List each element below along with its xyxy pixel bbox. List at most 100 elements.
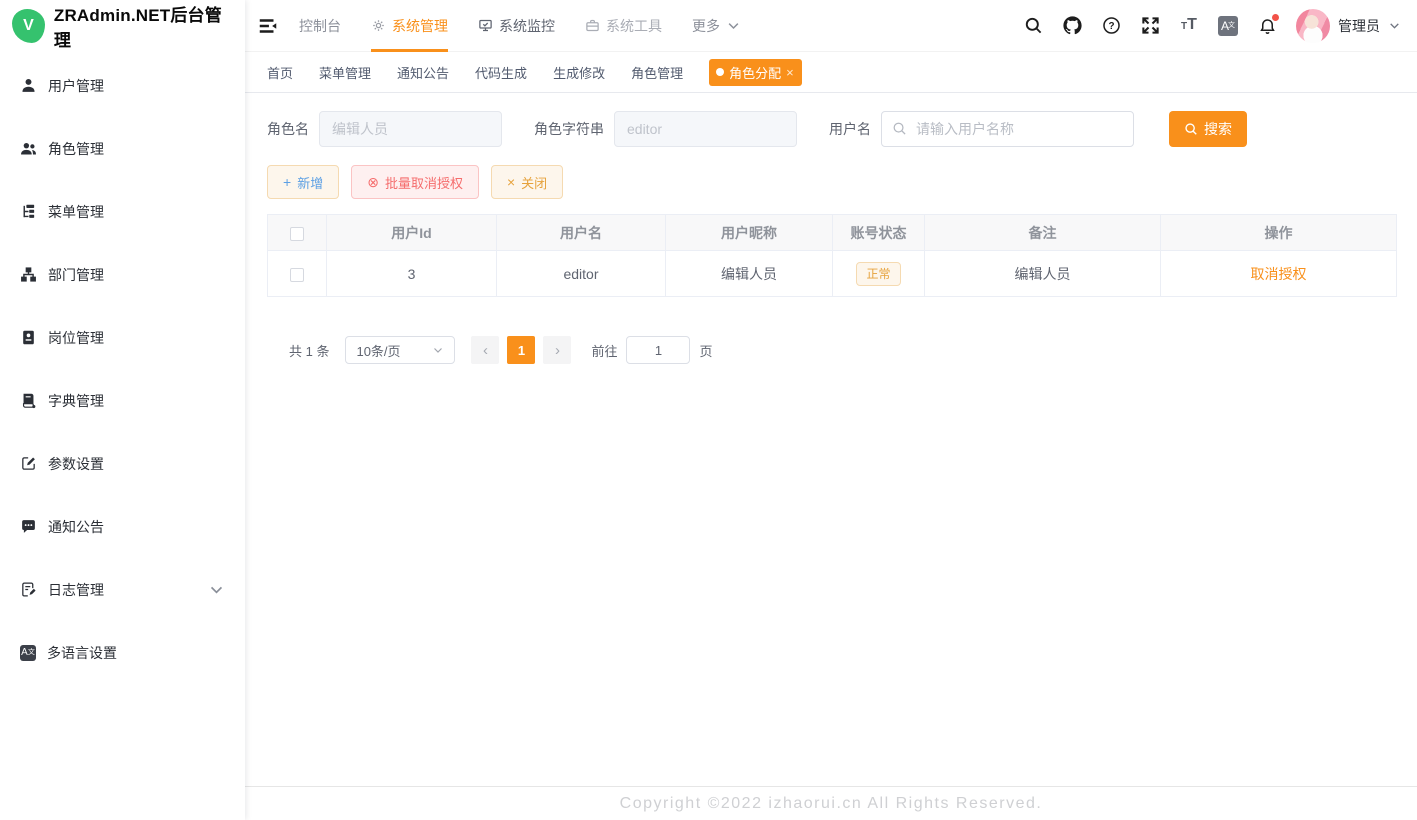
sidebar-item-logs[interactable]: 日志管理 xyxy=(0,558,245,621)
role-key-input[interactable] xyxy=(614,111,797,147)
table-toolbar: + 新增 ⊗ 批量取消授权 × 关闭 xyxy=(267,165,1397,199)
column-header: 备注 xyxy=(925,215,1161,251)
cell-nick-name: 编辑人员 xyxy=(666,251,833,297)
help-button[interactable]: ? xyxy=(1101,16,1121,36)
select-all-checkbox[interactable] xyxy=(290,227,304,241)
cancel-auth-link[interactable]: 取消授权 xyxy=(1251,266,1307,282)
sidebar-menu: 用户管理 角色管理 菜单管理 部门管理 岗位管理 字典管理 xyxy=(0,52,245,820)
search-button[interactable] xyxy=(1023,16,1043,36)
plus-icon: + xyxy=(283,175,291,189)
sidebar-item-departments[interactable]: 部门管理 xyxy=(0,243,245,306)
tabs-bar: 首页 菜单管理 通知公告 代码生成 生成修改 角色管理 角色分配 × xyxy=(245,52,1417,93)
cell-user-name: editor xyxy=(497,251,666,297)
prev-page-button[interactable]: ‹ xyxy=(471,336,499,364)
total-count: 共 1 条 xyxy=(289,341,329,360)
next-page-button[interactable]: › xyxy=(543,336,571,364)
sidebar-item-parameters[interactable]: 参数设置 xyxy=(0,432,245,495)
brand-title: ZRAdmin.NET后台管理 xyxy=(54,1,233,51)
close-button[interactable]: × 关闭 xyxy=(491,165,563,199)
status-badge: 正常 xyxy=(856,262,900,286)
font-size-button[interactable]: TT xyxy=(1179,16,1199,36)
active-tab-dot-icon xyxy=(716,68,724,76)
tab-home[interactable]: 首页 xyxy=(267,63,293,82)
log-icon xyxy=(20,581,37,598)
add-button[interactable]: + 新增 xyxy=(267,165,339,199)
chevron-down-icon xyxy=(1388,19,1401,32)
role-key-label: 角色字符串 xyxy=(534,119,604,139)
user-name-input[interactable] xyxy=(881,111,1134,147)
monitor-icon xyxy=(478,18,493,33)
notice-icon xyxy=(20,518,37,535)
menu-tree-icon xyxy=(20,203,37,220)
topnav-item-more[interactable]: 更多 xyxy=(692,0,741,52)
copyright-text: Copyright ©2022 izhaorui.cn All Rights R… xyxy=(620,795,1043,813)
sidebar-item-dictionary[interactable]: 字典管理 xyxy=(0,369,245,432)
brand: V ZRAdmin.NET后台管理 xyxy=(0,0,245,52)
tab-role-assignment[interactable]: 角色分配 × xyxy=(709,59,802,86)
tab-close-icon[interactable]: × xyxy=(786,66,794,79)
page-size-select[interactable]: 10条/页 xyxy=(345,336,455,364)
filter-form: 角色名 角色字符串 用户名 搜索 xyxy=(267,111,1397,147)
topnav: 控制台 系统管理 系统监控 系统工具 更多 xyxy=(299,0,741,52)
tab-code-generation[interactable]: 代码生成 xyxy=(475,63,527,82)
tab-notices[interactable]: 通知公告 xyxy=(397,63,449,82)
sidebar-item-label: 角色管理 xyxy=(48,139,104,159)
topnav-item-system-monitor[interactable]: 系统监控 xyxy=(478,0,555,52)
sidebar: V ZRAdmin.NET后台管理 用户管理 角色管理 菜单管理 部门管理 xyxy=(0,0,245,820)
cell-remark: 编辑人员 xyxy=(925,251,1161,297)
language-switch-button[interactable]: A文 xyxy=(1218,16,1238,36)
batch-cancel-auth-button[interactable]: ⊗ 批量取消授权 xyxy=(351,165,479,199)
goto-page-input[interactable] xyxy=(626,336,690,364)
search-submit-button[interactable]: 搜索 xyxy=(1169,111,1247,147)
tab-role-management[interactable]: 角色管理 xyxy=(631,63,683,82)
tab-generate-edit[interactable]: 生成修改 xyxy=(553,63,605,82)
fullscreen-button[interactable] xyxy=(1140,16,1160,36)
tab-menu-management[interactable]: 菜单管理 xyxy=(319,63,371,82)
chevron-down-icon xyxy=(208,581,225,598)
pagination: 共 1 条 10条/页 ‹ 1 › 前往 页 xyxy=(289,336,1397,364)
github-button[interactable] xyxy=(1062,16,1082,36)
sidebar-item-label: 日志管理 xyxy=(48,580,104,600)
search-icon xyxy=(892,121,907,136)
chevron-down-icon xyxy=(726,18,741,33)
sidebar-item-users[interactable]: 用户管理 xyxy=(0,54,245,117)
avatar xyxy=(1296,9,1330,43)
role-name-input[interactable] xyxy=(319,111,502,147)
topnav-item-console[interactable]: 控制台 xyxy=(299,0,341,52)
sidebar-item-label: 字典管理 xyxy=(48,391,104,411)
topnav-item-system-management[interactable]: 系统管理 xyxy=(371,0,448,52)
sidebar-item-menus[interactable]: 菜单管理 xyxy=(0,180,245,243)
roles-icon xyxy=(20,140,37,157)
i18n-icon: A文 xyxy=(20,645,36,661)
page-content: 角色名 角色字符串 用户名 搜索 + 新增 xyxy=(245,93,1417,786)
user-menu[interactable]: 管理员 xyxy=(1296,9,1401,43)
user-icon xyxy=(20,77,37,94)
sidebar-collapse-button[interactable] xyxy=(257,13,283,39)
table-row: 3 editor 编辑人员 正常 编辑人员 取消授权 xyxy=(268,251,1397,297)
topnav-item-system-tools[interactable]: 系统工具 xyxy=(585,0,662,52)
sidebar-item-i18n[interactable]: A文 多语言设置 xyxy=(0,621,245,684)
sidebar-item-posts[interactable]: 岗位管理 xyxy=(0,306,245,369)
main-area: 控制台 系统管理 系统监控 系统工具 更多 xyxy=(245,0,1417,820)
sidebar-item-label: 通知公告 xyxy=(48,517,104,537)
sidebar-item-notices[interactable]: 通知公告 xyxy=(0,495,245,558)
sidebar-item-label: 参数设置 xyxy=(48,454,104,474)
column-header: 操作 xyxy=(1161,215,1397,251)
column-header: 用户名 xyxy=(497,215,666,251)
sidebar-item-roles[interactable]: 角色管理 xyxy=(0,117,245,180)
fullscreen-icon xyxy=(1141,16,1160,35)
search-icon xyxy=(1184,122,1198,136)
table-header-row: 用户Id 用户名 用户昵称 账号状态 备注 操作 xyxy=(268,215,1397,251)
user-name-label: 用户名 xyxy=(829,119,871,139)
column-header: 用户昵称 xyxy=(666,215,833,251)
app-window: V ZRAdmin.NET后台管理 用户管理 角色管理 菜单管理 部门管理 xyxy=(0,0,1417,820)
sidebar-item-label: 岗位管理 xyxy=(48,328,104,348)
dictionary-icon xyxy=(20,392,37,409)
row-checkbox[interactable] xyxy=(290,268,304,282)
footer: Copyright ©2022 izhaorui.cn All Rights R… xyxy=(245,786,1417,820)
github-icon xyxy=(1063,16,1082,35)
chevron-down-icon xyxy=(432,344,444,356)
page-number-button[interactable]: 1 xyxy=(507,336,535,364)
notifications-button[interactable] xyxy=(1257,16,1277,36)
cell-user-id: 3 xyxy=(327,251,497,297)
